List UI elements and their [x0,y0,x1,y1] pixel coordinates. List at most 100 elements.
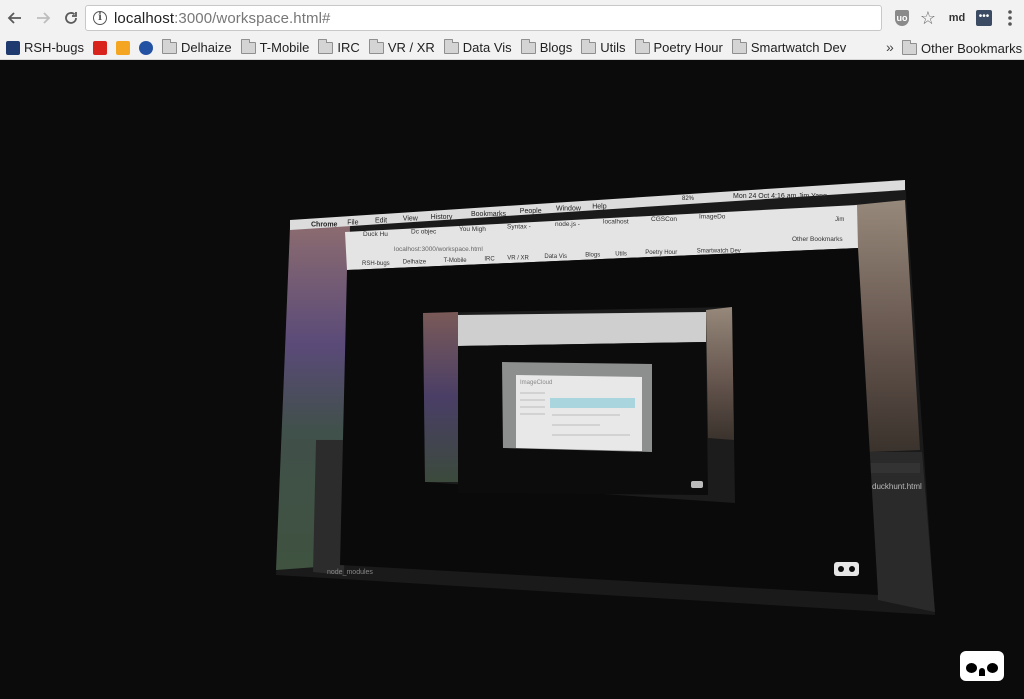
bookmark-label: VR / XR [387,40,435,55]
folder-icon [161,38,177,54]
bookmark-label: T-Mobile [259,40,310,55]
bookmark-label: Utils [600,40,626,55]
address-bar[interactable]: i localhost:3000/workspace.html# [85,5,882,31]
inner-bookmark: Data Vis [544,254,567,260]
ublock-icon: uo [895,10,909,26]
folder-icon [368,38,384,54]
inner-profile: Jim [835,217,844,223]
nested-chrome [458,312,706,346]
bookmarks-list: RSH-bugs Delhaize T-Mobile IRC VR / XR Data V… [6,38,855,55]
rsh-icon [6,40,20,55]
url-host: localhost [114,9,175,27]
bookmark-label: Smartwatch Dev [750,40,847,55]
bookmark-poetry-hour[interactable]: Poetry Hour [634,38,723,55]
other-bookmarks-label: Other Bookmarks [921,41,1023,56]
vr-lens-right [987,663,998,673]
vr-canvas[interactable]: duckhunt.html node_modules Chrome File Edi… [0,60,1024,699]
bookmark-rsh-bugs[interactable]: RSH-bugs [6,40,84,55]
bookmark-label: Data Vis [462,40,512,55]
mac-menu-file: File [347,219,358,226]
inner-bookmark: Utils [615,251,627,257]
mac-menu-chrome: Chrome [311,222,338,229]
bookmark-vr-xr[interactable]: VR / XR [368,38,435,55]
editor-tree-label: node_modules [327,569,373,576]
mac-battery: 82% [682,196,695,202]
bookmark-label: RSH-bugs [24,40,84,55]
inner-tab: ImageDo [699,214,726,221]
chrome-menu-button[interactable] [1002,6,1018,30]
bookmark-irc[interactable]: IRC [318,38,360,55]
folder-icon [731,38,747,54]
vr-lens-left [966,663,977,673]
folder-icon [520,38,536,54]
bookmark-m[interactable] [92,40,111,55]
mac-menu-people: People [520,208,542,215]
dots-extension-icon: ••• [976,10,992,26]
inner-bookmark: Delhaize [403,259,427,265]
forward-button[interactable] [30,5,56,31]
reload-icon [65,12,77,24]
mac-menu-history: History [431,214,453,221]
folder-icon [902,39,917,55]
forward-arrow-icon [37,12,51,24]
mac-menu-edit: Edit [375,217,387,224]
enter-vr-button[interactable] [960,651,1004,681]
bookmark-label: Delhaize [180,40,232,55]
deep-title: ImageCloud [520,380,552,386]
bookmark-star-button[interactable]: ☆ [918,6,938,30]
folder-icon [443,38,459,54]
inner-tab: Dc objec [411,229,437,236]
inner-url: localhost:3000/workspace.html [394,246,483,253]
deep-page [516,375,642,451]
m-icon [92,40,107,55]
inner-bookmark: T-Mobile [444,258,468,264]
bookmark-t-mobile[interactable]: T-Mobile [240,38,310,55]
ublock-extension-button[interactable]: uo [893,6,911,30]
browser-toolbar: i localhost:3000/workspace.html# uo ☆ md… [0,0,1024,36]
mac-menu-view: View [403,216,419,223]
other-bookmarks-folder[interactable]: Other Bookmarks [902,39,1023,56]
bookmark-smartwatch-dev[interactable]: Smartwatch Dev [731,38,847,55]
site-info-icon[interactable]: i [93,11,107,25]
mac-menu-bookmarks: Bookmarks [471,211,507,218]
bookmark-label: Poetry Hour [653,40,723,55]
inner-bookmark: Poetry Hour [645,250,677,256]
mac-clock: Mon 24 Oct 4:16 am Jim Yang [733,193,827,200]
inner-tab: You Migh [459,226,486,233]
dots-extension-button[interactable]: ••• [975,6,993,30]
bookmark-data-vis[interactable]: Data Vis [443,38,512,55]
reload-button[interactable] [58,5,84,31]
folder-icon [240,38,256,54]
deep-highlight [550,398,635,408]
md-extension-button[interactable]: md [946,6,968,30]
mac-menu-window: Window [556,206,582,213]
nested-vr-icon [691,481,703,488]
box-icon [115,40,130,55]
bookmark-utils[interactable]: Utils [581,38,626,55]
bookmark-delhaize[interactable]: Delhaize [161,38,232,55]
bookmark-box[interactable] [115,40,134,55]
nested-wallpaper-left [423,312,458,482]
editor-file-label: duckhunt.html [872,482,922,491]
back-arrow-icon [7,12,21,24]
bookmarks-overflow-button[interactable]: » [886,39,894,55]
folder-icon [634,38,650,54]
bookmark-label: Blogs [539,40,573,55]
folder-icon [318,38,334,54]
bookmarks-bar: RSH-bugs Delhaize T-Mobile IRC VR / XR Data V… [0,36,1024,60]
back-button[interactable] [2,5,28,31]
inner-tab: CGSCon [651,216,677,223]
inner-bookmark: RSH-bugs [362,261,390,267]
bookmark-blogs[interactable]: Blogs [520,38,573,55]
inner-bookmark: VR / XR [507,255,529,261]
editor-icons [870,463,920,473]
inner-tab: localhost [603,219,629,226]
globe-icon [138,40,153,55]
inner-bookmark: IRC [484,256,495,262]
vr-nose [979,668,985,676]
bookmark-globe[interactable] [138,40,157,55]
inner-tab: Syntax - [507,224,531,231]
star-icon: ☆ [919,7,937,28]
vr-scene: duckhunt.html node_modules Chrome File Edi… [276,180,935,615]
folder-icon [581,38,597,54]
